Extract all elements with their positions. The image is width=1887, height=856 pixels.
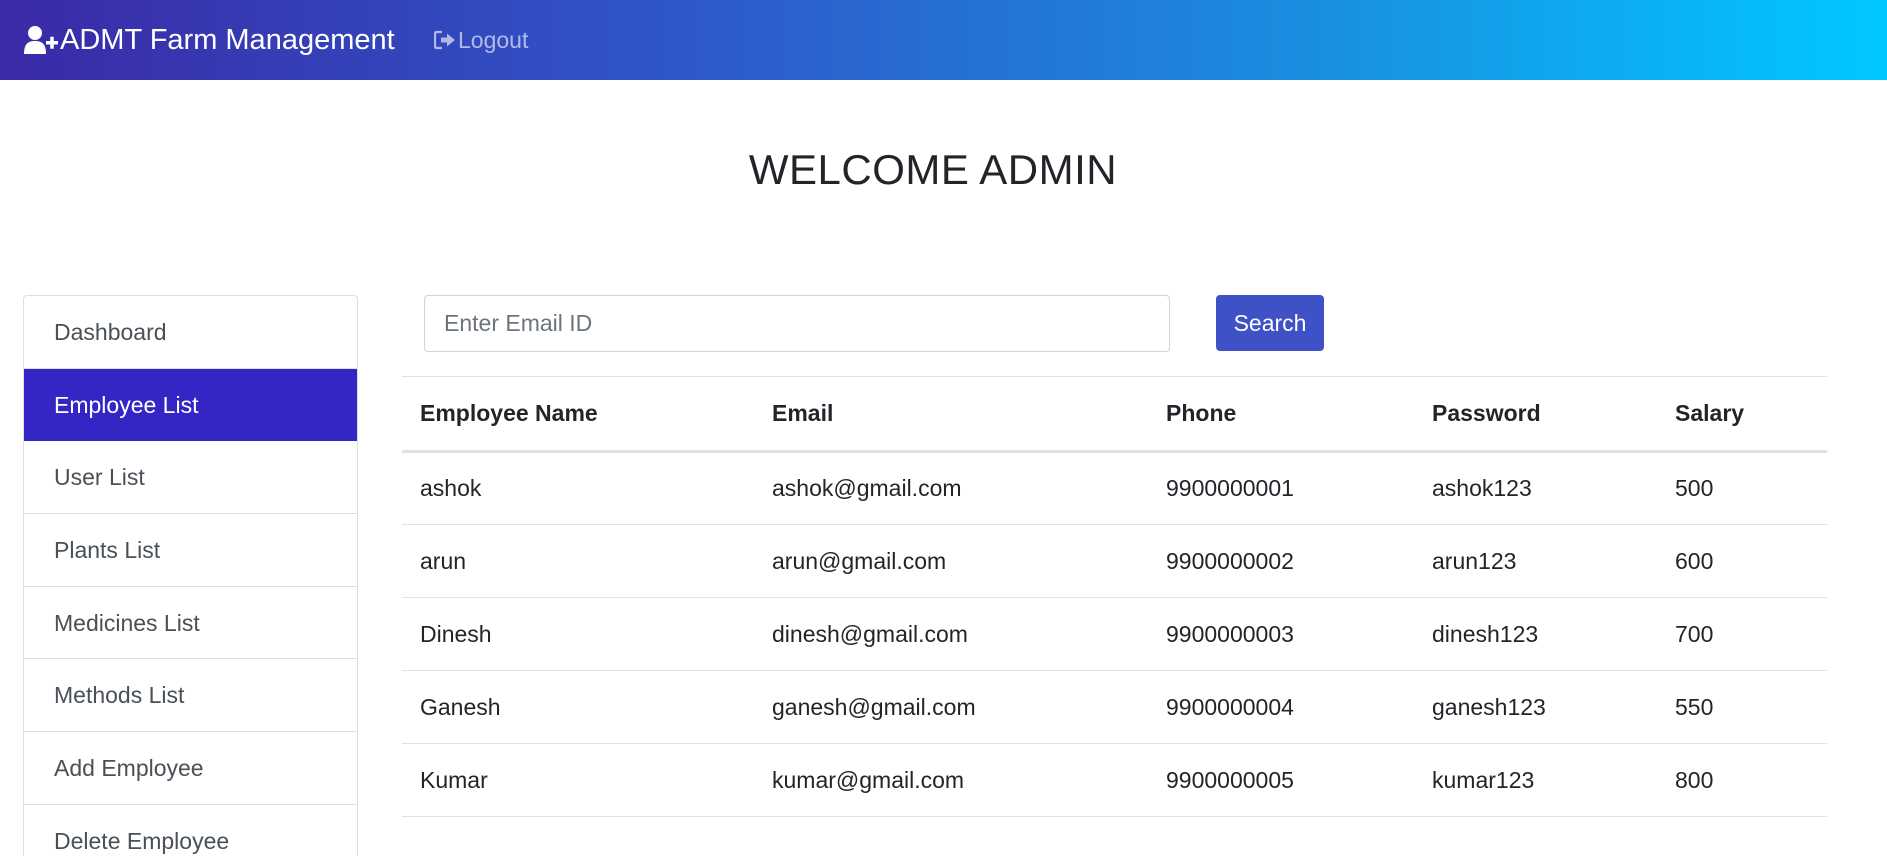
brand-link[interactable]: ADMT Farm Management — [24, 0, 395, 80]
welcome-heading: WELCOME ADMIN — [748, 146, 1118, 193]
table-row: Dinesh dinesh@gmail.com 9900000003 dines… — [402, 597, 1827, 671]
cell-phone: 9900000004 — [1148, 670, 1414, 744]
cell-salary: 700 — [1657, 597, 1827, 671]
header-phone: Phone — [1148, 376, 1414, 453]
table-row: arun arun@gmail.com 9900000002 arun123 6… — [402, 524, 1827, 598]
cell-employee-name: Kumar — [402, 743, 754, 817]
cell-salary: 550 — [1657, 670, 1827, 744]
cell-password: dinesh123 — [1414, 597, 1657, 671]
sidebar-item-dashboard[interactable]: Dashboard — [24, 296, 357, 369]
cell-employee-name: Dinesh — [402, 597, 754, 671]
user-plus-icon — [24, 26, 58, 54]
table-header-row: Employee Name Email Phone Password Salar… — [402, 376, 1827, 453]
cell-phone: 9900000001 — [1148, 451, 1414, 525]
sidebar-menu: Dashboard Employee List User List Plants… — [23, 295, 358, 856]
email-search-input[interactable] — [424, 295, 1170, 352]
cell-employee-name: Ganesh — [402, 670, 754, 744]
brand-title: ADMT Farm Management — [60, 23, 395, 56]
cell-phone: 9900000002 — [1148, 524, 1414, 598]
cell-employee-name: ashok — [402, 451, 754, 525]
cell-email: ganesh@gmail.com — [754, 670, 1148, 744]
sidebar-item-medicines-list[interactable]: Medicines List — [24, 587, 357, 660]
cell-salary: 800 — [1657, 743, 1827, 817]
sidebar-item-plants-list[interactable]: Plants List — [24, 514, 357, 587]
sidebar-item-user-list[interactable]: User List — [24, 441, 357, 515]
cell-password: kumar123 — [1414, 743, 1657, 817]
top-navbar: ADMT Farm Management Logout — [0, 0, 1887, 80]
sidebar-item-employee-list[interactable]: Employee List — [24, 368, 357, 442]
header-employee-name: Employee Name — [402, 376, 754, 453]
cell-salary: 500 — [1657, 451, 1827, 525]
header-salary: Salary — [1657, 376, 1827, 453]
cell-password: ashok123 — [1414, 451, 1657, 525]
header-email: Email — [754, 376, 1148, 453]
sidebar-item-methods-list[interactable]: Methods List — [24, 659, 357, 733]
cell-employee-name: arun — [402, 524, 754, 598]
logout-label: Logout — [458, 26, 529, 53]
cell-email: dinesh@gmail.com — [754, 597, 1148, 671]
cell-password: arun123 — [1414, 524, 1657, 598]
employee-table: Employee Name Email Phone Password Salar… — [402, 376, 1827, 817]
search-button[interactable]: Search — [1216, 295, 1324, 351]
header-password: Password — [1414, 376, 1657, 453]
logout-link[interactable]: Logout — [434, 0, 528, 80]
cell-email: kumar@gmail.com — [754, 743, 1148, 817]
sidebar-item-delete-employee[interactable]: Delete Employee — [24, 805, 357, 856]
cell-phone: 9900000005 — [1148, 743, 1414, 817]
table-row: Ganesh ganesh@gmail.com 9900000004 ganes… — [402, 670, 1827, 744]
table-row: Kumar kumar@gmail.com 9900000005 kumar12… — [402, 743, 1827, 817]
sign-out-icon — [434, 30, 455, 50]
cell-email: ashok@gmail.com — [754, 451, 1148, 525]
cell-email: arun@gmail.com — [754, 524, 1148, 598]
cell-salary: 600 — [1657, 524, 1827, 598]
cell-password: ganesh123 — [1414, 670, 1657, 744]
sidebar-item-add-employee[interactable]: Add Employee — [24, 732, 357, 805]
table-row: ashok ashok@gmail.com 9900000001 ashok12… — [402, 451, 1827, 525]
cell-phone: 9900000003 — [1148, 597, 1414, 671]
